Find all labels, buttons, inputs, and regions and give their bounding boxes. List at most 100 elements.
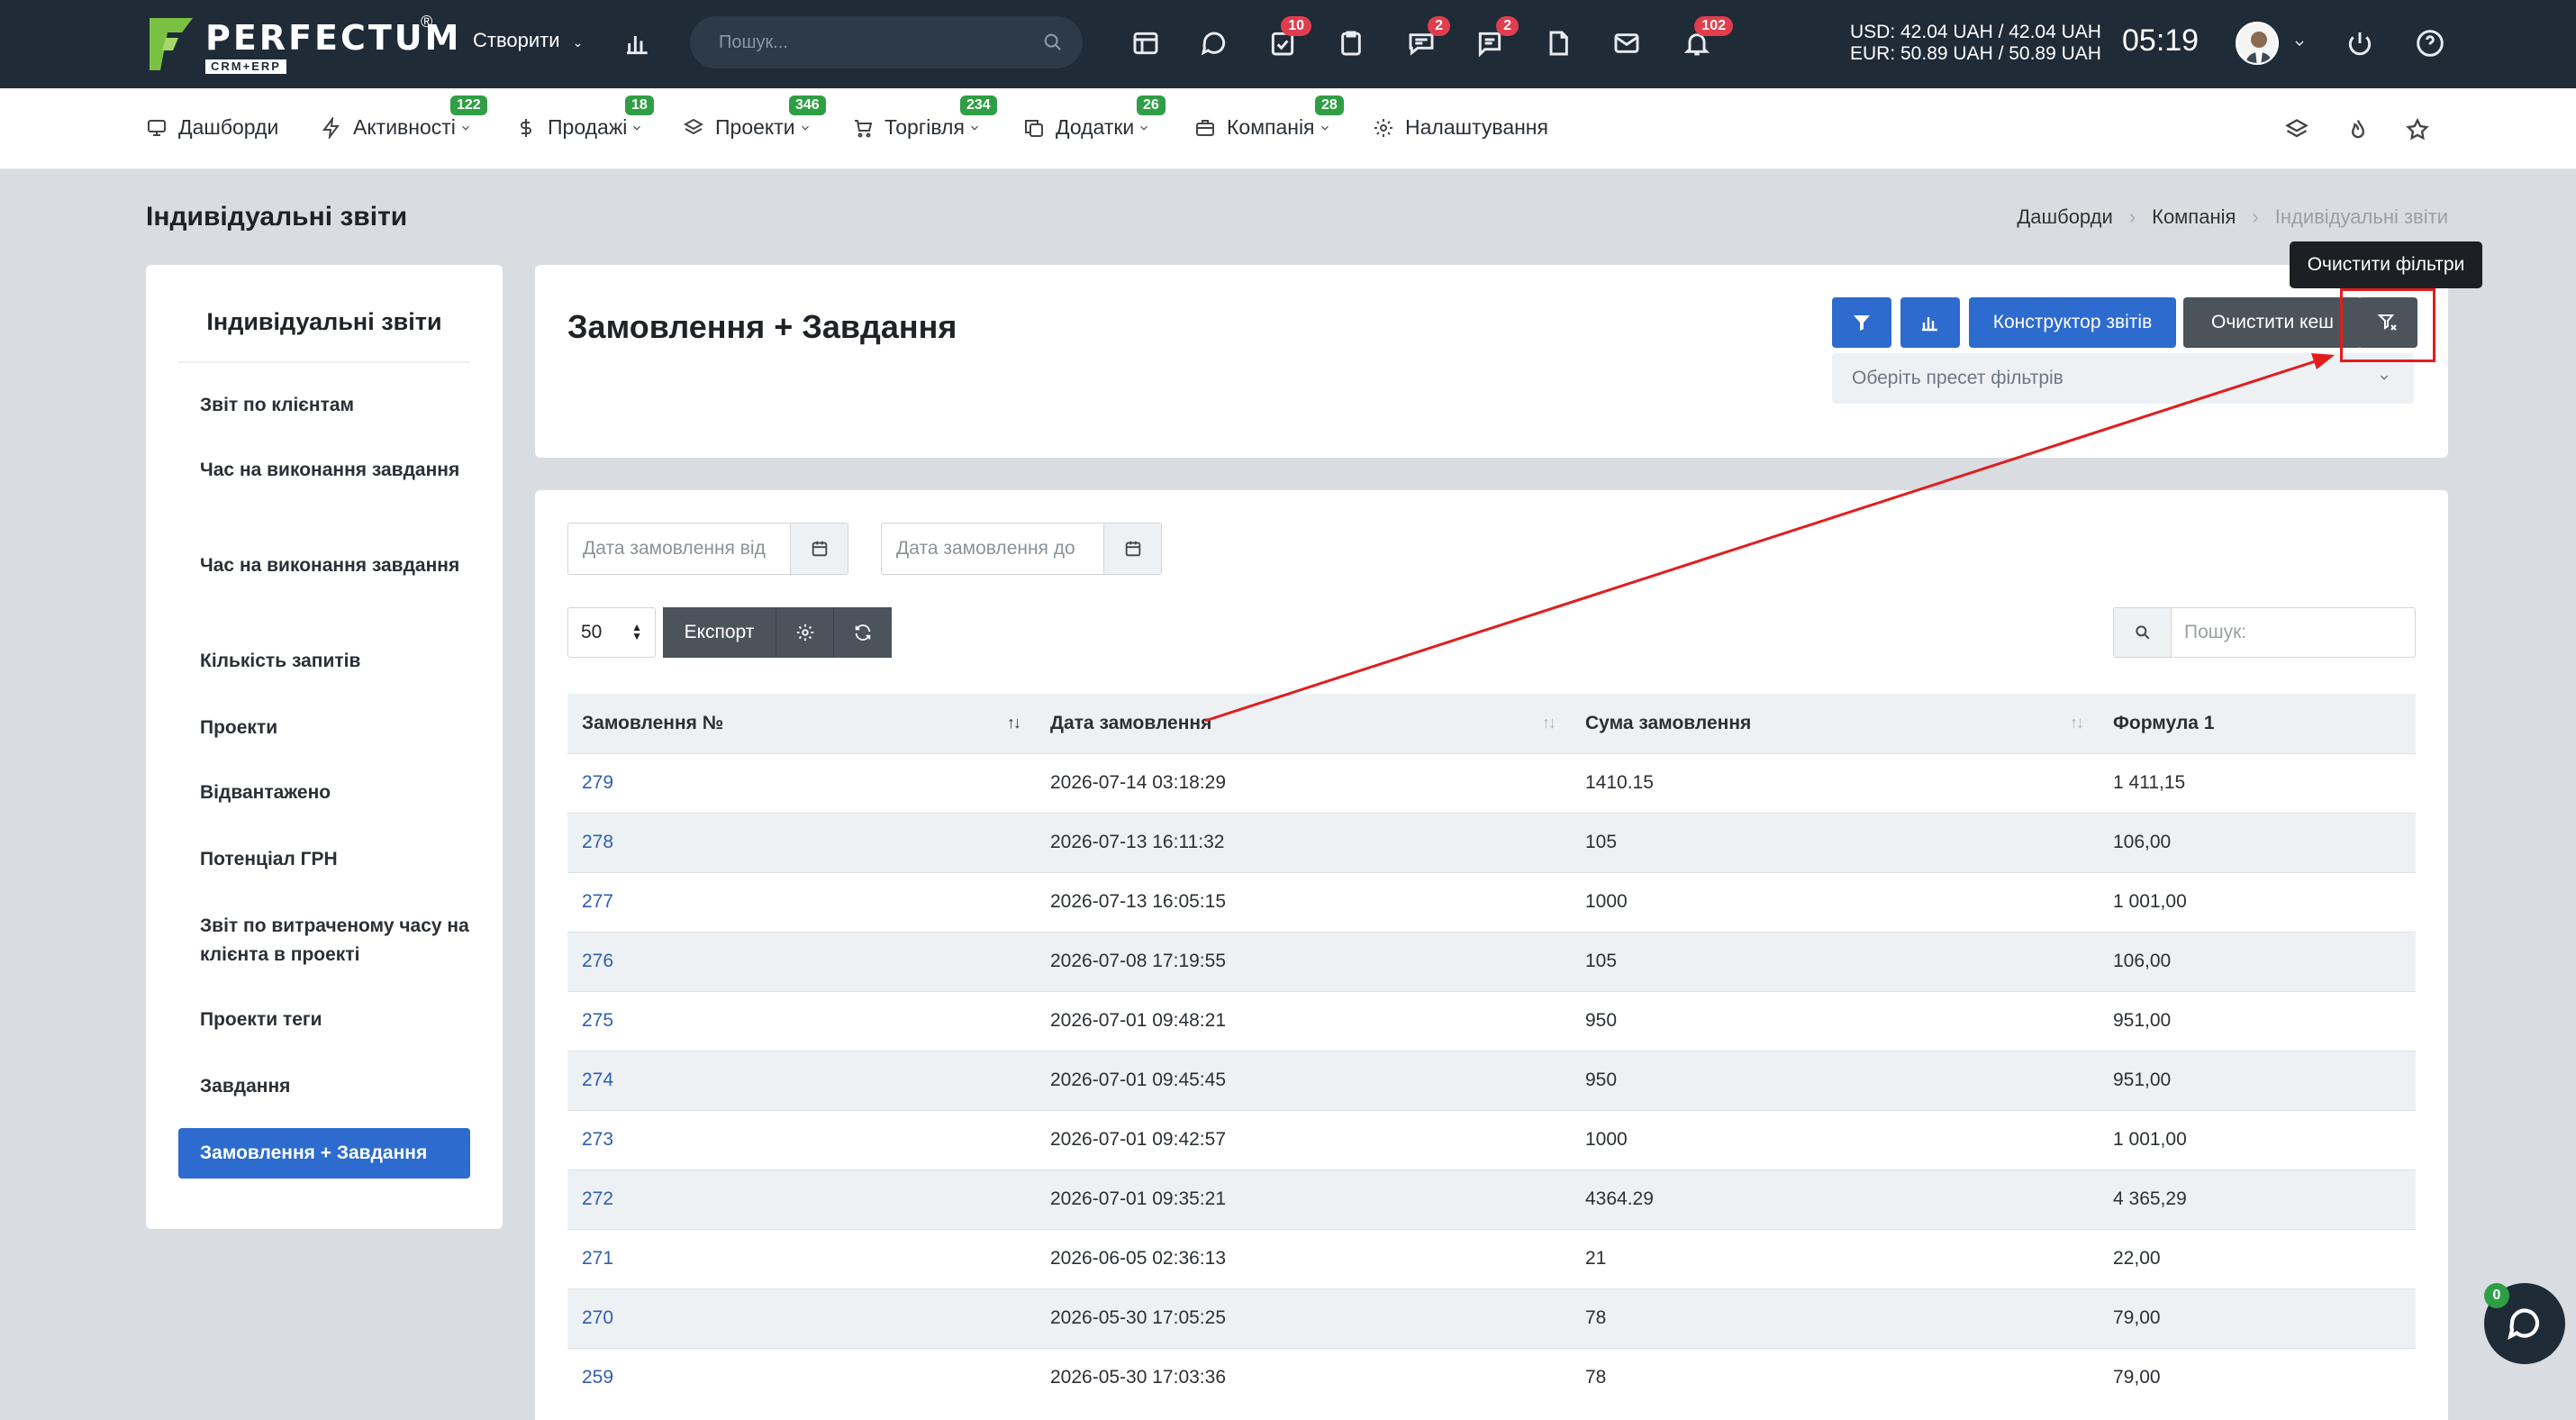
nav-projects[interactable]: Проекти 346 — [683, 96, 826, 140]
messages-icon[interactable]: 2 — [1403, 16, 1450, 61]
cart-icon — [855, 119, 873, 137]
order-number-link[interactable]: 275 — [567, 990, 1036, 1051]
order-number-link[interactable]: 272 — [567, 1169, 1036, 1229]
chevron-down-icon[interactable] — [2286, 25, 2313, 61]
sidebar-item-active[interactable]: Замовлення + Завдання — [178, 1128, 470, 1179]
breadcrumb-item[interactable]: Дашборди — [2017, 205, 2112, 229]
date-to-field[interactable] — [881, 523, 1162, 575]
star-icon[interactable] — [2405, 117, 2430, 142]
table-row[interactable]: 272 2026-07-01 09:35:21 4364.29 4 365,29 — [567, 1169, 2416, 1229]
sidebar-item[interactable]: Звіт по витраченому часу на клієнта в пр… — [178, 912, 470, 969]
export-button[interactable]: Експорт — [663, 607, 776, 658]
sidebar-item[interactable]: Час на виконання завдання — [178, 456, 470, 485]
column-header-order-date[interactable]: Дата замовлення ↑↓ — [1036, 694, 1571, 753]
clear-cache-button[interactable]: Очистити кеш — [2183, 297, 2362, 348]
sidebar-item[interactable]: Завдання — [178, 1072, 470, 1101]
date-to-input[interactable] — [882, 523, 1103, 574]
sidebar-item[interactable]: Звіт по клієнтам — [178, 391, 470, 420]
comments-badge: 2 — [1496, 16, 1519, 36]
global-search-input[interactable] — [719, 32, 1016, 53]
table-row[interactable]: 275 2026-07-01 09:48:21 950 951,00 — [567, 990, 2416, 1051]
create-menu[interactable]: Створити ⌄ — [473, 29, 583, 52]
comments-icon[interactable]: 2 — [1472, 16, 1519, 61]
table-row[interactable]: 277 2026-07-13 16:05:15 1000 1 001,00 — [567, 871, 2416, 932]
table-cell: 2026-07-13 16:11:32 — [1036, 812, 1571, 872]
filter-button[interactable] — [1832, 297, 1891, 348]
bell-icon[interactable]: 102 — [1679, 16, 1733, 61]
dollar-icon — [521, 118, 531, 137]
column-header-formula[interactable]: Формула 1 — [2099, 694, 2416, 753]
table-cell: 2026-07-01 09:45:45 — [1036, 1050, 1571, 1110]
filter-preset-select[interactable]: Оберіть пресет фільтрів — [1832, 353, 2414, 404]
chat-widget-button[interactable]: 0 — [2484, 1283, 2565, 1364]
order-number-link[interactable]: 271 — [567, 1228, 1036, 1288]
breadcrumb-separator: › — [2252, 205, 2259, 228]
file-icon[interactable] — [1540, 25, 1576, 61]
reports-sidebar: Індивідуальні звіти Звіт по клієнтам Час… — [146, 265, 503, 1229]
sidebar-item[interactable]: Проекти — [178, 714, 470, 742]
sidebar-item[interactable]: Проекти теги — [178, 1006, 470, 1034]
calendar-grid-icon[interactable] — [1128, 25, 1164, 61]
order-number-link[interactable]: 279 — [567, 752, 1036, 813]
per-page-select[interactable]: 50 ▲ ▼ — [567, 607, 656, 658]
calendar-icon[interactable] — [790, 523, 848, 574]
table-cell: 4364.29 — [1571, 1169, 2099, 1229]
power-icon[interactable] — [2342, 25, 2378, 61]
flame-icon[interactable] — [2345, 117, 2371, 142]
sidebar-item[interactable]: Кількість запитів — [178, 647, 470, 676]
date-from-field[interactable] — [567, 523, 848, 575]
nav-company[interactable]: Компанія 28 — [1194, 96, 1344, 140]
table-row[interactable]: 279 2026-07-14 03:18:29 1410.15 1 411,15 — [567, 752, 2416, 813]
avatar[interactable] — [2236, 22, 2279, 65]
logo-subtitle: CRM+ERP — [205, 59, 286, 74]
table-row[interactable]: 278 2026-07-13 16:11:32 105 106,00 — [567, 812, 2416, 872]
table-row[interactable]: 270 2026-05-30 17:05:25 78 79,00 — [567, 1288, 2416, 1348]
sidebar-item[interactable]: Потенціал ГРН — [178, 845, 470, 874]
table-row[interactable]: 274 2026-07-01 09:45:45 950 951,00 — [567, 1050, 2416, 1110]
calendar-icon[interactable] — [1103, 523, 1161, 574]
chart-button[interactable] — [1900, 297, 1960, 348]
table-row[interactable]: 259 2026-05-30 17:03:36 78 79,00 — [567, 1347, 2416, 1407]
breadcrumb-item[interactable]: Компанія — [2152, 205, 2236, 229]
chat-bubble-icon[interactable] — [1196, 25, 1232, 61]
sidebar-item[interactable]: Час на виконання завдання — [178, 551, 470, 580]
clipboard-icon[interactable] — [1333, 25, 1369, 61]
table-search[interactable] — [2113, 607, 2416, 658]
refresh-button[interactable] — [834, 607, 892, 658]
sidebar-item[interactable]: Відвантажено — [178, 778, 470, 807]
table-cell: 2026-07-01 09:48:21 — [1036, 990, 1571, 1051]
date-from-input[interactable] — [568, 523, 790, 574]
order-number-link[interactable]: 270 — [567, 1288, 1036, 1348]
settings-button[interactable] — [776, 607, 834, 658]
table-cell: 950 — [1571, 990, 2099, 1051]
nav-addons[interactable]: Додатки 26 — [1023, 96, 1166, 140]
order-number-link[interactable]: 277 — [567, 871, 1036, 932]
mail-icon[interactable] — [1609, 25, 1645, 61]
order-number-link[interactable]: 274 — [567, 1050, 1036, 1110]
nav-dashboards[interactable]: Дашборди — [146, 115, 278, 140]
nav-trade[interactable]: Торгівля 234 — [852, 96, 997, 140]
column-header-order-number[interactable]: Замовлення № ↑↓ — [567, 694, 1036, 753]
help-icon[interactable] — [2412, 25, 2448, 61]
global-search[interactable] — [690, 16, 1083, 68]
table-row[interactable]: 276 2026-07-08 17:19:55 105 106,00 — [567, 931, 2416, 991]
chevron-down-icon — [461, 125, 469, 131]
table-row[interactable]: 273 2026-07-01 09:42:57 1000 1 001,00 — [567, 1109, 2416, 1170]
nav-sales[interactable]: Продажі 18 — [515, 96, 654, 140]
nav-settings[interactable]: Налаштування — [1373, 115, 1548, 140]
layers-icon[interactable] — [2284, 117, 2309, 142]
table-search-input[interactable] — [2172, 608, 2406, 657]
report-constructor-button[interactable]: Конструктор звітів — [1969, 297, 2176, 348]
order-number-link[interactable]: 273 — [567, 1109, 1036, 1170]
order-number-link[interactable]: 259 — [567, 1347, 1036, 1407]
table-cell: 79,00 — [2099, 1288, 2416, 1348]
stats-icon[interactable] — [620, 25, 656, 61]
table-row[interactable]: 271 2026-06-05 02:36:13 21 22,00 — [567, 1228, 2416, 1288]
logo[interactable]: PERFECTUM ® CRM+ERP — [146, 13, 458, 76]
order-number-link[interactable]: 278 — [567, 812, 1036, 872]
tasks-icon[interactable]: 10 — [1265, 16, 1311, 61]
column-header-order-sum[interactable]: Сума замовлення ↑↓ — [1571, 694, 2099, 753]
order-number-link[interactable]: 276 — [567, 931, 1036, 991]
nav-activities[interactable]: Активності 122 — [321, 96, 487, 140]
page-title: Індивідуальні звіти — [146, 202, 408, 232]
